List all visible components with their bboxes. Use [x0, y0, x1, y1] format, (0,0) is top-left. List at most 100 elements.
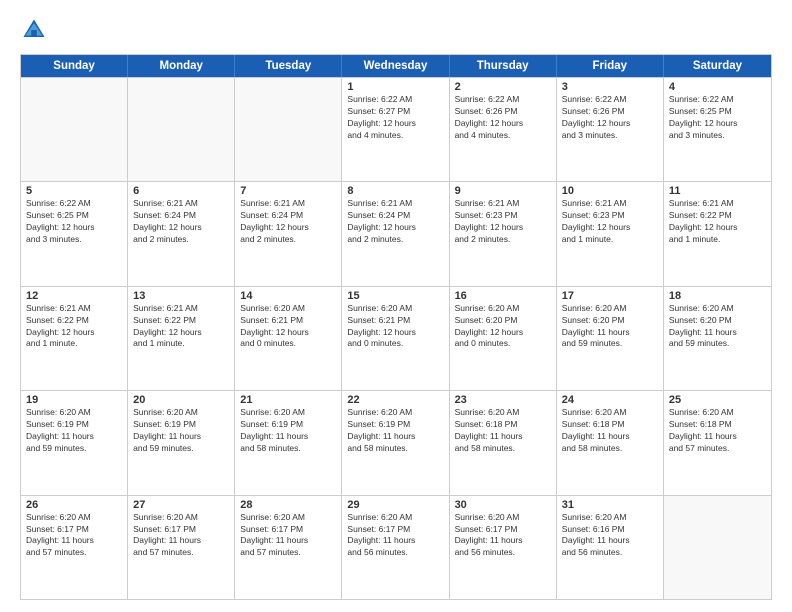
- day-number: 31: [562, 499, 658, 511]
- calendar-cell: 9Sunrise: 6:21 AM Sunset: 6:23 PM Daylig…: [450, 182, 557, 285]
- calendar-cell: 19Sunrise: 6:20 AM Sunset: 6:19 PM Dayli…: [21, 391, 128, 494]
- day-info: Sunrise: 6:20 AM Sunset: 6:17 PM Dayligh…: [240, 512, 336, 560]
- day-number: 26: [26, 499, 122, 511]
- day-number: 28: [240, 499, 336, 511]
- calendar-cell: 6Sunrise: 6:21 AM Sunset: 6:24 PM Daylig…: [128, 182, 235, 285]
- day-number: 17: [562, 290, 658, 302]
- calendar-cell: [235, 78, 342, 181]
- calendar-cell: 30Sunrise: 6:20 AM Sunset: 6:17 PM Dayli…: [450, 496, 557, 599]
- cal-header-day: Monday: [128, 55, 235, 77]
- day-number: 12: [26, 290, 122, 302]
- cal-header-day: Thursday: [450, 55, 557, 77]
- day-number: 1: [347, 81, 443, 93]
- day-info: Sunrise: 6:21 AM Sunset: 6:22 PM Dayligh…: [669, 198, 766, 246]
- calendar-cell: 22Sunrise: 6:20 AM Sunset: 6:19 PM Dayli…: [342, 391, 449, 494]
- day-number: 30: [455, 499, 551, 511]
- day-info: Sunrise: 6:21 AM Sunset: 6:24 PM Dayligh…: [240, 198, 336, 246]
- day-number: 24: [562, 394, 658, 406]
- calendar-cell: 31Sunrise: 6:20 AM Sunset: 6:16 PM Dayli…: [557, 496, 664, 599]
- day-info: Sunrise: 6:20 AM Sunset: 6:17 PM Dayligh…: [347, 512, 443, 560]
- cal-header-day: Saturday: [664, 55, 771, 77]
- day-info: Sunrise: 6:21 AM Sunset: 6:24 PM Dayligh…: [347, 198, 443, 246]
- day-number: 14: [240, 290, 336, 302]
- header: [20, 16, 772, 44]
- calendar-cell: 28Sunrise: 6:20 AM Sunset: 6:17 PM Dayli…: [235, 496, 342, 599]
- calendar-cell: 25Sunrise: 6:20 AM Sunset: 6:18 PM Dayli…: [664, 391, 771, 494]
- day-number: 22: [347, 394, 443, 406]
- day-info: Sunrise: 6:20 AM Sunset: 6:20 PM Dayligh…: [669, 303, 766, 351]
- calendar-cell: 15Sunrise: 6:20 AM Sunset: 6:21 PM Dayli…: [342, 287, 449, 390]
- day-info: Sunrise: 6:20 AM Sunset: 6:19 PM Dayligh…: [133, 407, 229, 455]
- calendar-cell: 29Sunrise: 6:20 AM Sunset: 6:17 PM Dayli…: [342, 496, 449, 599]
- logo-icon: [20, 16, 48, 44]
- calendar-cell: 18Sunrise: 6:20 AM Sunset: 6:20 PM Dayli…: [664, 287, 771, 390]
- day-number: 25: [669, 394, 766, 406]
- calendar-cell: 1Sunrise: 6:22 AM Sunset: 6:27 PM Daylig…: [342, 78, 449, 181]
- calendar-row: 1Sunrise: 6:22 AM Sunset: 6:27 PM Daylig…: [21, 77, 771, 181]
- calendar-cell: 20Sunrise: 6:20 AM Sunset: 6:19 PM Dayli…: [128, 391, 235, 494]
- day-number: 13: [133, 290, 229, 302]
- calendar: SundayMondayTuesdayWednesdayThursdayFrid…: [20, 54, 772, 600]
- day-number: 5: [26, 185, 122, 197]
- day-info: Sunrise: 6:20 AM Sunset: 6:21 PM Dayligh…: [240, 303, 336, 351]
- calendar-cell: 21Sunrise: 6:20 AM Sunset: 6:19 PM Dayli…: [235, 391, 342, 494]
- calendar-cell: [21, 78, 128, 181]
- day-number: 19: [26, 394, 122, 406]
- day-info: Sunrise: 6:20 AM Sunset: 6:16 PM Dayligh…: [562, 512, 658, 560]
- day-number: 15: [347, 290, 443, 302]
- calendar-cell: [664, 496, 771, 599]
- calendar-cell: 11Sunrise: 6:21 AM Sunset: 6:22 PM Dayli…: [664, 182, 771, 285]
- day-info: Sunrise: 6:20 AM Sunset: 6:18 PM Dayligh…: [562, 407, 658, 455]
- day-number: 11: [669, 185, 766, 197]
- calendar-cell: 10Sunrise: 6:21 AM Sunset: 6:23 PM Dayli…: [557, 182, 664, 285]
- day-info: Sunrise: 6:20 AM Sunset: 6:20 PM Dayligh…: [455, 303, 551, 351]
- calendar-cell: 8Sunrise: 6:21 AM Sunset: 6:24 PM Daylig…: [342, 182, 449, 285]
- day-number: 23: [455, 394, 551, 406]
- cal-header-day: Sunday: [21, 55, 128, 77]
- day-info: Sunrise: 6:20 AM Sunset: 6:18 PM Dayligh…: [669, 407, 766, 455]
- day-number: 18: [669, 290, 766, 302]
- day-number: 2: [455, 81, 551, 93]
- calendar-row: 5Sunrise: 6:22 AM Sunset: 6:25 PM Daylig…: [21, 181, 771, 285]
- day-info: Sunrise: 6:21 AM Sunset: 6:24 PM Dayligh…: [133, 198, 229, 246]
- calendar-row: 19Sunrise: 6:20 AM Sunset: 6:19 PM Dayli…: [21, 390, 771, 494]
- day-number: 7: [240, 185, 336, 197]
- day-info: Sunrise: 6:21 AM Sunset: 6:23 PM Dayligh…: [562, 198, 658, 246]
- calendar-cell: 17Sunrise: 6:20 AM Sunset: 6:20 PM Dayli…: [557, 287, 664, 390]
- calendar-cell: 2Sunrise: 6:22 AM Sunset: 6:26 PM Daylig…: [450, 78, 557, 181]
- cal-header-day: Friday: [557, 55, 664, 77]
- calendar-header: SundayMondayTuesdayWednesdayThursdayFrid…: [21, 55, 771, 77]
- calendar-row: 26Sunrise: 6:20 AM Sunset: 6:17 PM Dayli…: [21, 495, 771, 599]
- calendar-row: 12Sunrise: 6:21 AM Sunset: 6:22 PM Dayli…: [21, 286, 771, 390]
- page: SundayMondayTuesdayWednesdayThursdayFrid…: [0, 0, 792, 612]
- calendar-cell: 26Sunrise: 6:20 AM Sunset: 6:17 PM Dayli…: [21, 496, 128, 599]
- day-number: 21: [240, 394, 336, 406]
- day-info: Sunrise: 6:20 AM Sunset: 6:19 PM Dayligh…: [347, 407, 443, 455]
- logo: [20, 16, 52, 44]
- day-info: Sunrise: 6:21 AM Sunset: 6:22 PM Dayligh…: [26, 303, 122, 351]
- day-number: 16: [455, 290, 551, 302]
- day-info: Sunrise: 6:20 AM Sunset: 6:21 PM Dayligh…: [347, 303, 443, 351]
- day-number: 6: [133, 185, 229, 197]
- calendar-cell: 12Sunrise: 6:21 AM Sunset: 6:22 PM Dayli…: [21, 287, 128, 390]
- day-info: Sunrise: 6:22 AM Sunset: 6:26 PM Dayligh…: [455, 94, 551, 142]
- day-info: Sunrise: 6:20 AM Sunset: 6:17 PM Dayligh…: [26, 512, 122, 560]
- calendar-body: 1Sunrise: 6:22 AM Sunset: 6:27 PM Daylig…: [21, 77, 771, 599]
- day-number: 3: [562, 81, 658, 93]
- day-number: 4: [669, 81, 766, 93]
- cal-header-day: Tuesday: [235, 55, 342, 77]
- day-info: Sunrise: 6:20 AM Sunset: 6:18 PM Dayligh…: [455, 407, 551, 455]
- day-info: Sunrise: 6:22 AM Sunset: 6:25 PM Dayligh…: [669, 94, 766, 142]
- day-info: Sunrise: 6:20 AM Sunset: 6:17 PM Dayligh…: [455, 512, 551, 560]
- day-number: 8: [347, 185, 443, 197]
- day-number: 10: [562, 185, 658, 197]
- day-number: 20: [133, 394, 229, 406]
- calendar-cell: 14Sunrise: 6:20 AM Sunset: 6:21 PM Dayli…: [235, 287, 342, 390]
- day-number: 9: [455, 185, 551, 197]
- calendar-cell: [128, 78, 235, 181]
- cal-header-day: Wednesday: [342, 55, 449, 77]
- calendar-cell: 23Sunrise: 6:20 AM Sunset: 6:18 PM Dayli…: [450, 391, 557, 494]
- day-number: 27: [133, 499, 229, 511]
- day-info: Sunrise: 6:20 AM Sunset: 6:19 PM Dayligh…: [26, 407, 122, 455]
- calendar-cell: 5Sunrise: 6:22 AM Sunset: 6:25 PM Daylig…: [21, 182, 128, 285]
